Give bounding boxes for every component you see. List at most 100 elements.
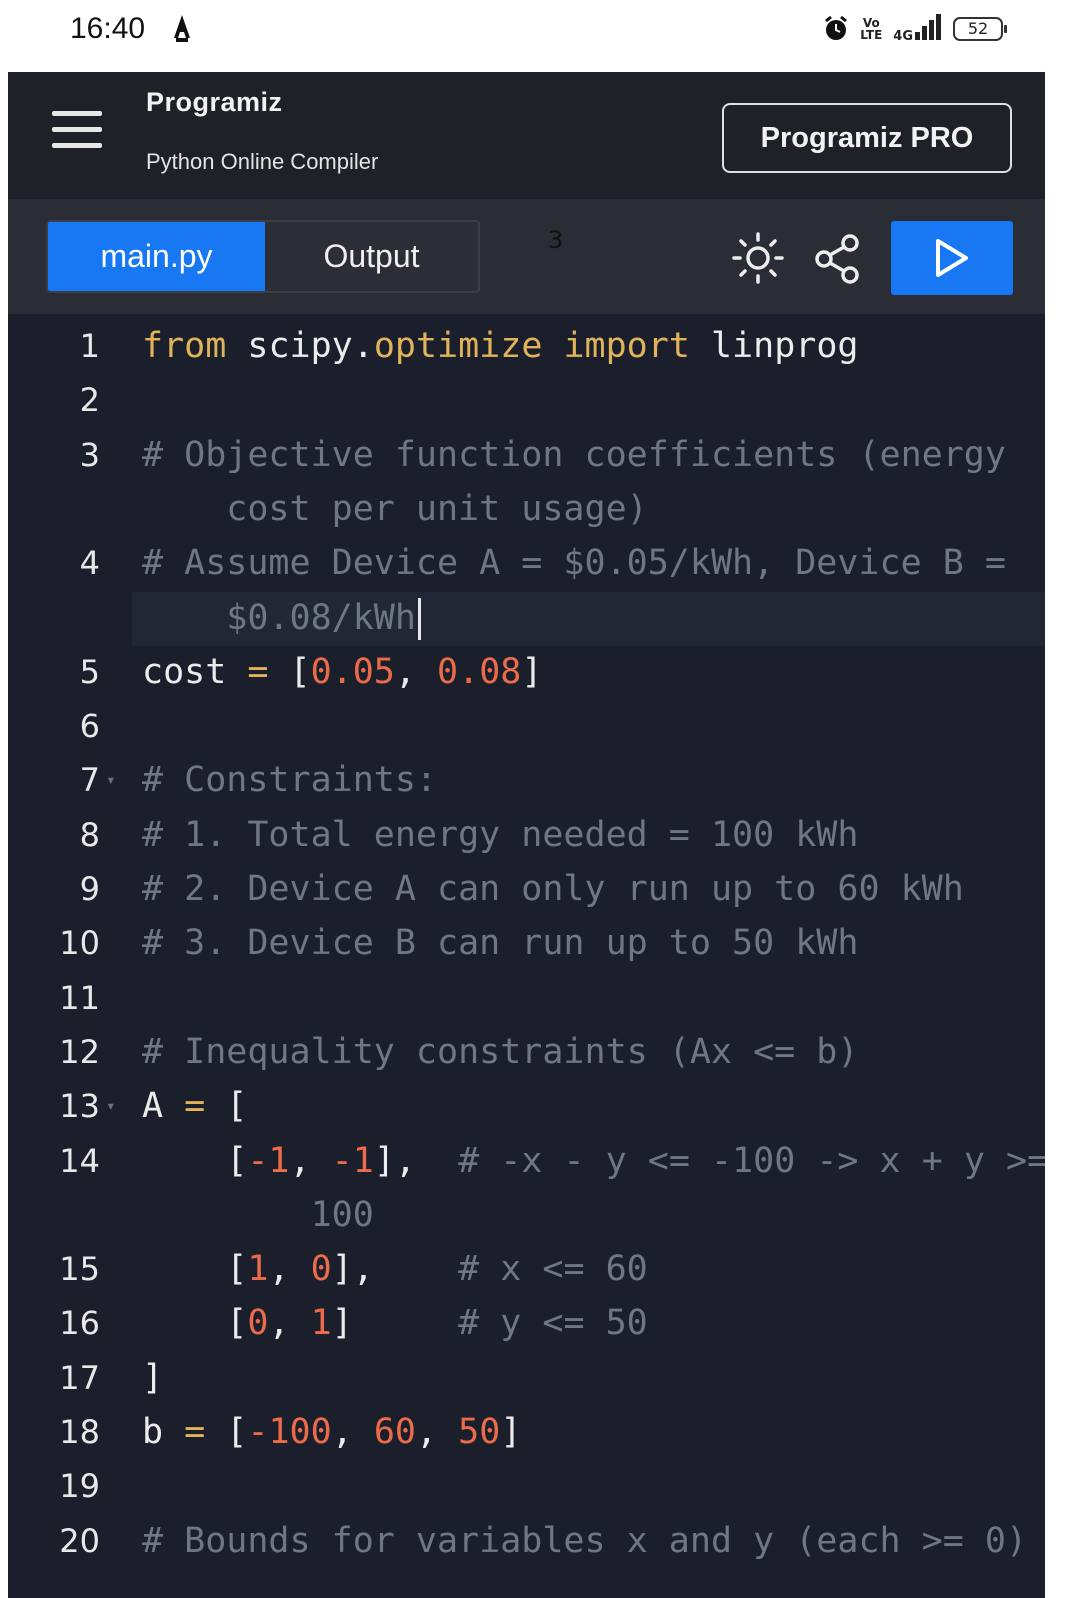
- code-line[interactable]: 14 [-1, -1], # -x - y <= -100 -> x + y >…: [8, 1134, 1045, 1188]
- code-line[interactable]: 13 ▾ A = [: [8, 1079, 1045, 1133]
- line-number: 4: [79, 544, 100, 583]
- code-text: 100: [142, 1188, 374, 1242]
- code-line[interactable]: 4 # Assume Device A = $0.05/kWh, Device B…: [8, 536, 1045, 590]
- code-token: [: [205, 1412, 248, 1452]
- editor-toolbar: main.py Output: [8, 199, 1045, 314]
- code-line[interactable]: 9 # 2. Device A can only run up to 60 kWh: [8, 862, 1045, 916]
- fold-arrow-icon[interactable]: ▾: [106, 1079, 116, 1133]
- line-number: 10: [59, 924, 100, 963]
- code-token: # Assume Device A = $0.05/kWh, Device B …: [142, 543, 1006, 584]
- code-line[interactable]: 1 from scipy.optimize import linprog: [8, 319, 1045, 373]
- code-text: A = [: [142, 1079, 247, 1133]
- code-line[interactable]: 5 cost = [0.05, 0.08]: [8, 645, 1045, 699]
- code-token: # -x - y <= -100 -> x + y >=: [458, 1140, 1045, 1181]
- code-text: $0.08/kWh: [142, 591, 421, 645]
- theme-toggle-icon[interactable]: [730, 230, 786, 286]
- code-text: # 3. Device B can run up to 50 kWh: [142, 916, 858, 970]
- code-line[interactable]: 16 [0, 1] # y <= 50: [8, 1296, 1045, 1350]
- code-text: # Bounds for variables x and y (each >= …: [142, 1514, 1027, 1568]
- code-token: [: [142, 1140, 248, 1181]
- code-token: import: [563, 326, 690, 366]
- line-number: 3: [79, 435, 100, 474]
- code-text: b = [-100, 60, 50]: [142, 1405, 521, 1459]
- code-token: [: [268, 651, 311, 692]
- code-text: # Inequality constraints (Ax <= b): [142, 1025, 858, 1079]
- code-text: # 2. Device A can only run up to 60 kWh: [142, 862, 964, 916]
- code-line[interactable]: 2: [8, 373, 1045, 427]
- tab-main-py[interactable]: main.py: [48, 222, 265, 291]
- code-token: ],: [331, 1249, 459, 1290]
- share-icon[interactable]: [812, 232, 862, 286]
- programiz-pro-button[interactable]: Programiz PRO: [722, 103, 1012, 173]
- text-cursor: [417, 597, 421, 640]
- file-tabs: main.py Output: [46, 220, 480, 293]
- code-token: cost per unit usage): [142, 488, 648, 529]
- code-token: # Constraints:: [142, 760, 438, 801]
- code-editor[interactable]: 1 from scipy.optimize import linprog 2 3 # O…: [8, 314, 1045, 1598]
- code-text: [1, 0], # x <= 60: [142, 1242, 647, 1296]
- overlay-page-number: 3: [548, 226, 564, 254]
- code-token: ],: [373, 1140, 459, 1181]
- code-token: =: [184, 1412, 206, 1452]
- code-line[interactable]: 6: [8, 699, 1045, 753]
- code-token: # 3. Device B can run up to 50 kWh: [142, 923, 859, 964]
- code-token: ,: [268, 1249, 311, 1290]
- run-button[interactable]: [891, 221, 1013, 295]
- code-token: =: [184, 1086, 206, 1127]
- line-number: 19: [59, 1467, 100, 1506]
- compiler-app: Programiz Python Online Compiler Program…: [8, 72, 1045, 1598]
- code-token: [: [142, 1303, 248, 1344]
- code-token: 100: [142, 1194, 374, 1235]
- code-token: ]: [142, 1357, 164, 1398]
- code-line[interactable]: cost per unit usage): [8, 482, 1045, 536]
- code-line[interactable]: 3 # Objective function coefficients (ener…: [8, 428, 1045, 482]
- code-line[interactable]: 100: [8, 1188, 1045, 1242]
- code-token: 0.08: [437, 651, 522, 692]
- status-icons: Vo LTE 4G 52: [823, 14, 1007, 44]
- line-number: 12: [59, 1032, 100, 1071]
- code-text: # 1. Total energy needed = 100 kWh: [142, 808, 858, 862]
- line-number: 13: [59, 1087, 100, 1126]
- code-token: optimize: [373, 326, 543, 366]
- code-line[interactable]: $0.08/kWh: [8, 591, 1045, 646]
- signal-icon: 4G: [893, 14, 943, 44]
- code-token: # Bounds for variables x and y (each >= …: [142, 1520, 1028, 1561]
- code-line[interactable]: 19: [8, 1459, 1045, 1513]
- code-token: ,: [331, 1412, 374, 1452]
- code-token: 1: [310, 1303, 332, 1344]
- menu-icon[interactable]: [52, 111, 102, 149]
- code-token: 0: [310, 1249, 332, 1290]
- code-token: ,: [394, 651, 438, 692]
- code-line[interactable]: 20 # Bounds for variables x and y (each >…: [8, 1514, 1045, 1568]
- code-token: b: [142, 1412, 185, 1452]
- code-line[interactable]: 17]: [8, 1351, 1045, 1405]
- code-text: [-1, -1], # -x - y <= -100 -> x + y >=: [142, 1134, 1045, 1188]
- code-line[interactable]: 12 # Inequality constraints (Ax <= b): [8, 1025, 1045, 1079]
- code-token: [: [205, 1086, 248, 1127]
- code-token: 50: [458, 1412, 501, 1452]
- code-line[interactable]: 11: [8, 971, 1045, 1025]
- code-token: # Objective function coefficients (energ…: [142, 434, 1006, 475]
- code-line[interactable]: 10 # 3. Device B can run up to 50 kWh: [8, 916, 1045, 970]
- code-token: ,: [416, 1412, 459, 1452]
- code-line[interactable]: 15 [1, 0], # x <= 60: [8, 1242, 1045, 1296]
- code-token: from: [142, 326, 227, 366]
- fold-arrow-icon[interactable]: ▾: [106, 753, 116, 807]
- code-token: =: [247, 651, 269, 692]
- notification-icon: [174, 15, 190, 42]
- code-line[interactable]: 7 ▾ # Constraints:: [8, 753, 1045, 807]
- code-token: cost: [142, 651, 248, 692]
- code-text: [0, 1] # y <= 50: [142, 1296, 647, 1350]
- code-line[interactable]: 18 b = [-100, 60, 50]: [8, 1405, 1045, 1459]
- line-number: 20: [59, 1521, 100, 1560]
- app-header: Programiz Python Online Compiler Program…: [8, 72, 1045, 199]
- status-bar: 16:40 Vo LTE 4G 52: [0, 0, 1065, 72]
- line-number: 9: [79, 870, 100, 908]
- battery-icon: 52: [953, 17, 1007, 41]
- programiz-logo[interactable]: Programiz: [146, 87, 283, 118]
- tab-output[interactable]: Output: [265, 222, 478, 291]
- line-number: 17: [59, 1358, 100, 1397]
- code-token: ,: [268, 1303, 311, 1344]
- code-line[interactable]: 8 # 1. Total energy needed = 100 kWh: [8, 808, 1045, 862]
